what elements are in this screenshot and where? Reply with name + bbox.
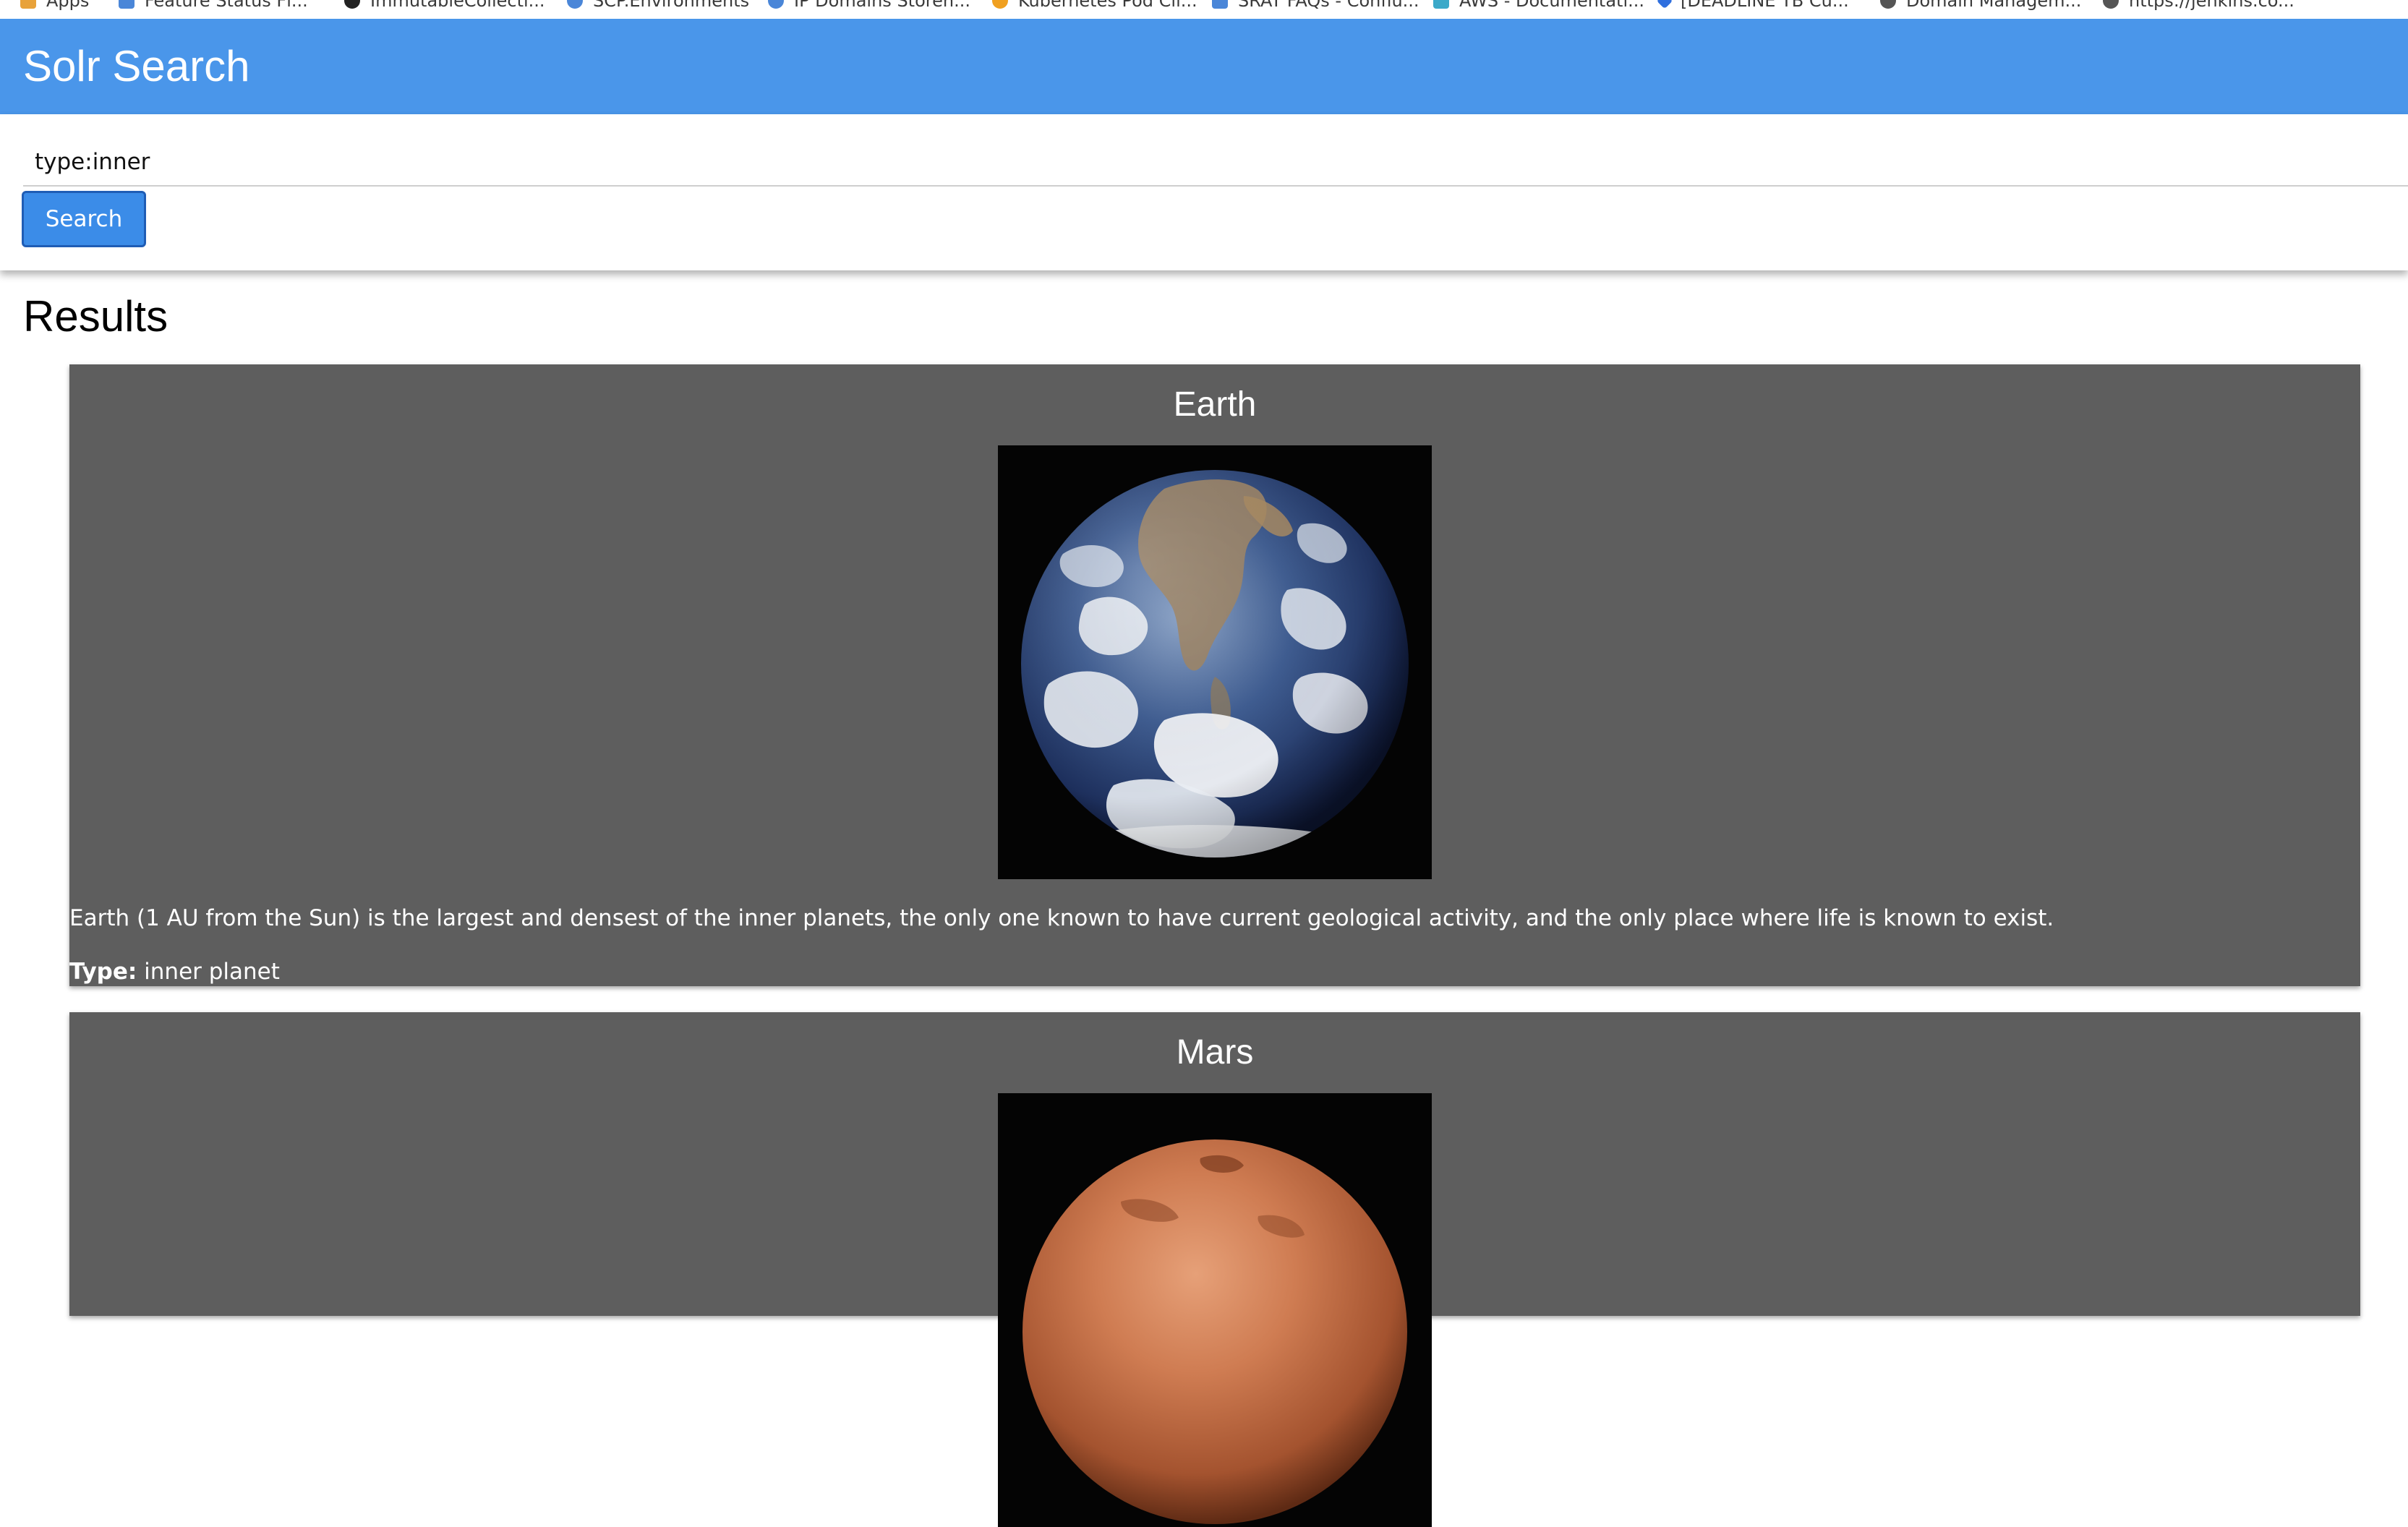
bookmark-apps[interactable]: Apps <box>20 0 89 12</box>
bookmark-label: Feature Status Fl... <box>145 0 308 11</box>
bookmark-immutable-collections[interactable]: ImmutableCollecti... <box>344 0 545 12</box>
bookmark-aws-docs[interactable]: AWS - Documentati... <box>1433 0 1644 12</box>
result-card-mars: Mars <box>69 1012 2360 1527</box>
mars-planet-icon <box>998 1093 1432 1527</box>
bookmark-label: [DEADLINE TB Cu... <box>1681 0 1849 11</box>
result-title: Earth <box>1173 385 1257 424</box>
document-icon <box>119 0 135 9</box>
cube-icon <box>1433 0 1449 9</box>
kubernetes-icon <box>992 0 1008 9</box>
bookmark-label: Kubernetes Pod Cli... <box>1018 0 1197 11</box>
bookmark-label: Apps <box>46 0 90 11</box>
app-title: Solr Search <box>23 42 250 90</box>
globe-icon <box>567 0 583 9</box>
globe-icon <box>2103 0 2119 9</box>
bookmark-domain-management[interactable]: Domain Managem... <box>1880 0 2081 12</box>
result-description: Earth (1 AU from the Sun) is the largest… <box>69 905 2054 931</box>
bookmarks-bar: Apps Feature Status Fl... ImmutableColle… <box>0 0 2408 19</box>
result-card-earth: Earth Earth (1 AU from the Sun) is the l… <box>69 364 2360 986</box>
diamond-icon <box>1656 0 1673 9</box>
bookmark-label: SCP.Environments <box>593 0 750 11</box>
search-button[interactable]: Search <box>22 191 146 247</box>
search-panel: Search <box>0 114 2408 270</box>
result-type-label: Type: <box>69 959 137 985</box>
globe-icon <box>1880 0 1896 9</box>
bookmark-label: ImmutableCollecti... <box>370 0 545 11</box>
confluence-icon <box>1212 0 1228 9</box>
bookmark-ip-domains[interactable]: IP Domains Storen... <box>768 0 970 12</box>
github-icon <box>344 0 360 9</box>
mars-image <box>998 1093 1432 1527</box>
earth-image <box>998 445 1432 879</box>
bookmark-deadline[interactable]: [DEADLINE TB Cu... <box>1656 0 1849 12</box>
results-heading: Results <box>23 292 168 341</box>
bookmark-label: https://jenkins.co... <box>2129 0 2294 11</box>
search-input[interactable] <box>23 139 2408 187</box>
bookmark-scp-environments[interactable]: SCP.Environments <box>567 0 749 12</box>
app-header: Solr Search <box>0 19 2408 114</box>
globe-icon <box>768 0 784 9</box>
bookmark-label: SRAT FAQs - Conflu... <box>1238 0 1419 11</box>
bookmark-srat-faqs[interactable]: SRAT FAQs - Conflu... <box>1212 0 1419 12</box>
result-type-value: inner planet <box>144 959 280 985</box>
bookmark-kubernetes[interactable]: Kubernetes Pod Cli... <box>992 0 1197 12</box>
bookmark-feature-status[interactable]: Feature Status Fl... <box>119 0 308 12</box>
result-title: Mars <box>1176 1033 1254 1072</box>
bookmark-label: Domain Managem... <box>1906 0 2082 11</box>
bookmark-label: IP Domains Storen... <box>794 0 970 11</box>
bookmark-jenkins[interactable]: https://jenkins.co... <box>2103 0 2294 12</box>
result-type: Type: inner planet <box>69 956 280 988</box>
bookmark-label: AWS - Documentati... <box>1459 0 1644 11</box>
earth-globe-icon <box>998 445 1432 879</box>
apps-grid-icon <box>20 0 36 9</box>
